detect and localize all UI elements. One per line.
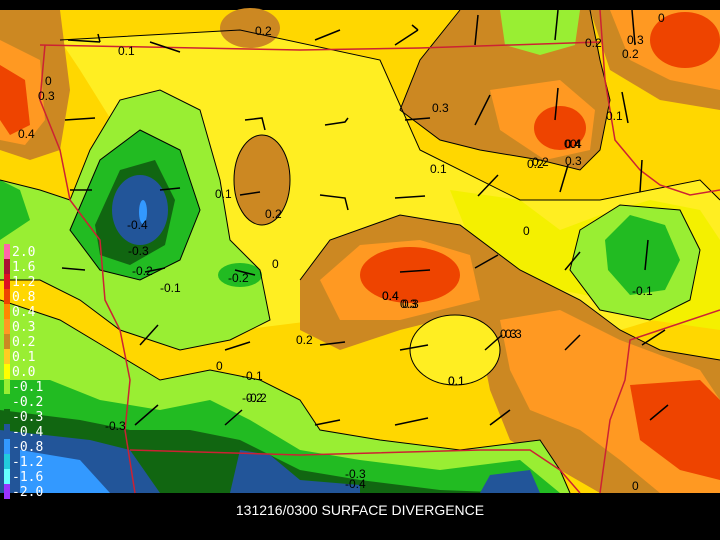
legend-label: -0.8 [12,440,43,455]
contour-label: 0.3 [627,33,644,47]
contour-label: -0.2 [228,271,249,285]
contour-label: -0.1 [632,284,653,298]
contour-label: 0 [632,479,639,493]
contour-label: 0 [272,257,279,271]
legend-label: -2.0 [12,485,43,500]
contour-label: 0.1 [430,162,447,176]
contour-label: 0.3 [565,154,582,168]
contour-label: -0.4 [127,218,148,232]
legend-label: 1.2 [12,275,35,290]
contour-label: 0.2 [585,36,602,50]
legend-label: 0.0 [12,365,35,380]
contour-label: 0.1 [215,187,232,201]
divergence-map: 0.20.10.300.40.30.2-0.4-0.3-0.2-0.10.10.… [0,0,720,540]
contour-label: 0.2 [255,24,272,38]
legend-label: 2.0 [12,245,35,260]
legend-label: 0.2 [12,335,35,350]
legend-label: -1.6 [12,470,43,485]
contour-label: 0.3 [38,89,55,103]
legend-swatch [4,469,10,484]
legend-swatch [4,289,10,304]
legend-swatch [4,484,10,499]
contour-label: -0.1 [242,369,263,383]
contour-label: 0.2 [265,207,282,221]
legend-swatch [4,334,10,349]
contour-label: -0.2 [132,264,153,278]
contour-label: 0.3 [432,101,449,115]
legend-swatch [4,349,10,364]
legend-label: 0.4 [12,305,36,320]
map-caption: 131216/0300 SURFACE DIVERGENCE [235,502,485,518]
legend-label: 0.3 [12,320,35,335]
legend-label: -0.1 [12,380,43,395]
legend-label: -0.3 [12,410,43,425]
contour-label: 0.1 [606,109,623,123]
contour-label: -0.4 [345,477,366,491]
contour-label: -0.3 [105,419,126,433]
contour-label: 0 [658,11,665,25]
legend-swatch [4,454,10,469]
contour-label: 0 [523,224,530,238]
contour-label: -0.2 [242,391,263,405]
contour-label: 0 [45,74,52,88]
contour-label: 0.1 [118,44,135,58]
contour-label: 0 [570,137,577,151]
contour-label: 0.4 [18,127,35,141]
legend-swatch [4,424,10,439]
legend-label: 0.1 [12,350,35,365]
contour-label: 0 [216,359,223,373]
legend-label: 1.6 [12,260,35,275]
contour-label: 0.2 [527,157,544,171]
legend-swatch [4,379,10,394]
legend-swatch [4,364,10,379]
legend-swatch [4,259,10,274]
legend-label: -1.2 [12,455,43,470]
legend-label: 0.8 [12,290,35,305]
legend-label: -0.4 [12,425,43,440]
contour-label: 0.2 [296,333,313,347]
contour-label: 0.2 [622,47,639,61]
legend-swatch [4,409,10,424]
contour-label: 0.1 [448,374,465,388]
legend-swatch [4,319,10,334]
contour-label: -0.1 [160,281,181,295]
legend-swatch [4,394,10,409]
legend-swatch [4,304,10,319]
legend-swatch [4,439,10,454]
contour-label: 0.3 [402,297,419,311]
contour-label: -0.3 [128,244,149,258]
map-area: 0.20.10.300.40.30.2-0.4-0.3-0.2-0.10.10.… [0,8,720,494]
legend-swatch [4,244,10,259]
legend-swatch [4,274,10,289]
contour-label: 0.4 [382,289,399,303]
legend-label: -0.2 [12,395,43,410]
contour-label: 0.3 [500,327,517,341]
